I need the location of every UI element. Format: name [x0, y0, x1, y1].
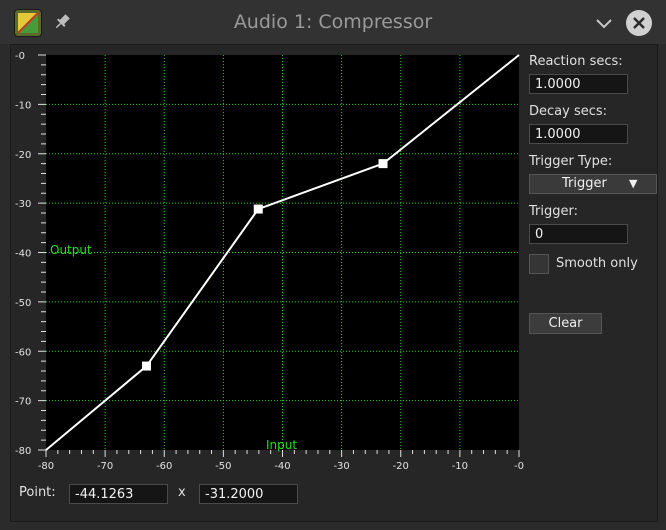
- x-tick-label: -10: [452, 461, 468, 472]
- smooth-only-checkbox[interactable]: [529, 254, 549, 274]
- trigger-type-value: Trigger: [562, 176, 607, 191]
- x-tick-label: -70: [97, 461, 113, 472]
- decay-secs-field[interactable]: 1.0000: [529, 124, 628, 144]
- app-icon: [14, 9, 42, 37]
- trigger-type-dropdown[interactable]: Trigger ▼: [529, 174, 657, 194]
- y-tick-label: -40: [15, 249, 31, 260]
- chevron-down-icon[interactable]: [594, 13, 614, 33]
- close-button[interactable]: [626, 10, 652, 36]
- y-tick-label: -10: [15, 100, 31, 111]
- point-y-field[interactable]: -31.2000: [199, 484, 298, 504]
- input-axis-label: Input: [266, 438, 297, 452]
- point-label: Point:: [19, 485, 56, 500]
- y-tick-label: -60: [15, 347, 31, 358]
- x-tick-label: -50: [215, 461, 231, 472]
- dropdown-arrow-icon: ▼: [629, 177, 638, 190]
- curve-handle[interactable]: [253, 204, 263, 214]
- close-icon: [633, 17, 645, 29]
- y-tick-label: -50: [15, 298, 31, 309]
- title-bar: Audio 1: Compressor: [0, 0, 666, 44]
- x-tick-label: -20: [393, 461, 409, 472]
- decay-secs-label: Decay secs:: [529, 104, 608, 119]
- y-tick-label: -30: [15, 199, 31, 210]
- smooth-only-label: Smooth only: [556, 256, 638, 271]
- y-tick-label: -20: [15, 150, 31, 161]
- x-tick-label: -80: [38, 461, 54, 472]
- compressor-graph[interactable]: -0 -10 -20 -30 -40 -50 -60 -70 -80 -80 -70 -60 -50 -4…: [11, 45, 531, 475]
- trigger-type-label: Trigger Type:: [529, 154, 613, 169]
- x-tick-label: -60: [156, 461, 172, 472]
- output-axis-label: Output: [50, 243, 92, 257]
- y-tick-label: -80: [15, 446, 31, 457]
- window-title: Audio 1: Compressor: [233, 11, 433, 33]
- point-separator: x: [178, 485, 186, 500]
- point-x-field[interactable]: -44.1263: [69, 484, 168, 504]
- trigger-label: Trigger:: [529, 204, 578, 219]
- x-tick-label: -30: [333, 461, 349, 472]
- reaction-secs-label: Reaction secs:: [529, 54, 623, 69]
- pin-icon[interactable]: [52, 12, 72, 32]
- clear-button[interactable]: Clear: [529, 313, 602, 334]
- x-tick-label: -0: [514, 461, 524, 472]
- trigger-field[interactable]: 0: [529, 224, 628, 244]
- reaction-secs-field[interactable]: 1.0000: [529, 74, 628, 94]
- curve-handle[interactable]: [378, 159, 388, 169]
- y-tick-label: -70: [15, 397, 31, 408]
- curve-handle[interactable]: [142, 361, 152, 371]
- x-tick-label: -40: [274, 461, 290, 472]
- y-tick-label: -0: [15, 51, 25, 62]
